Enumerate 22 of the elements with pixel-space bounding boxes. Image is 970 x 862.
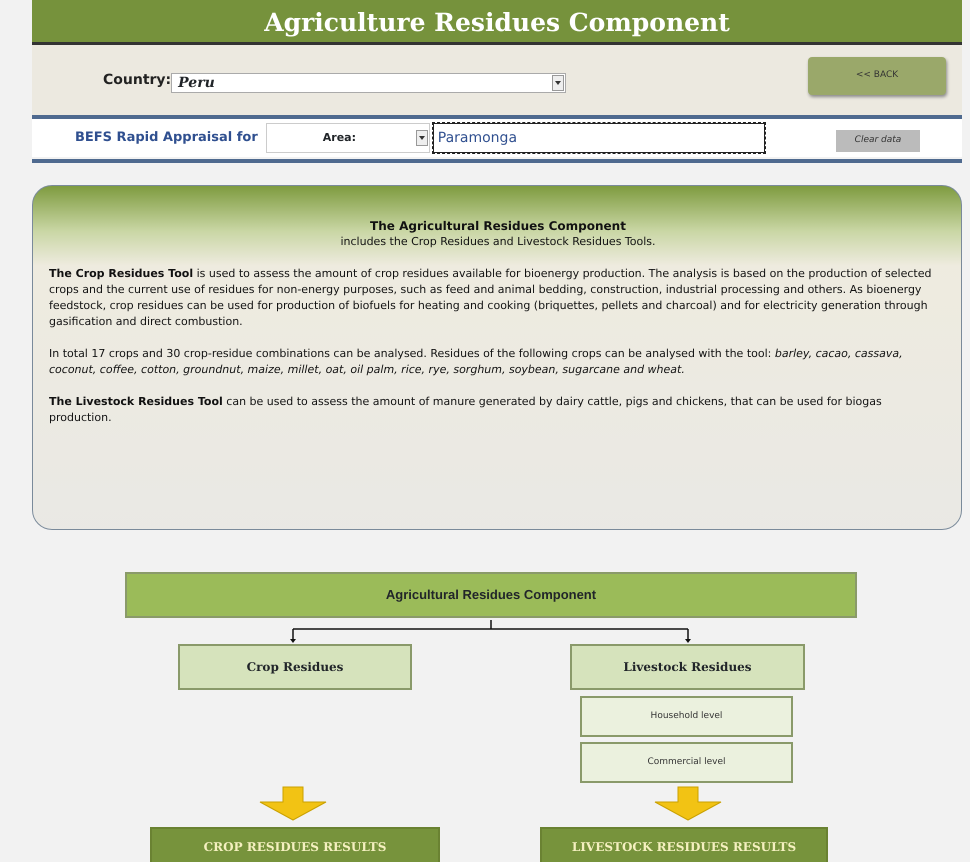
branch-box: Livestock Residues <box>570 644 805 690</box>
info-paragraph: The Livestock Residues Tool can be used to assess the amount of manure generated by dairy cattle, pigs and chickens, that can be used for biogas production. <box>49 394 883 426</box>
area-select-value: Area: <box>322 130 356 146</box>
country-value: Peru <box>178 74 215 92</box>
info-paragraph: In total 17 crops and 30 crop-residue combinations can be analysed. Residues of the following crops can be analysed with the tool: barley, cacao, cassava, coconut, coffee, cotton, groundnut, maize, millet, oat, oil palm, rice, rye, sorghum, soybean, sugarcane and wheat. <box>49 346 904 378</box>
page-title: Agriculture Residues Component <box>32 0 962 45</box>
level-box: Commercial level <box>580 742 793 783</box>
down-arrow-icon <box>260 786 326 821</box>
location-field[interactable]: Paramonga <box>432 123 765 153</box>
level-box: Household level <box>580 696 793 737</box>
info-paragraph: The Crop Residues Tool is used to assess the amount of crop residues available for bioenergy production. The analysis is based on the production of selected crops and the current use of residues for non-energy purposes, such as feed and animal bedding, construction, industrial processing and others. As bioenergy feedstock, crop residues can be used for production of biofuels for heating and cooking (briquettes, pellets and charcoal) and for electricity generation through gasification and direct combustion. <box>49 266 932 330</box>
country-label: Country: <box>103 70 172 90</box>
area-select[interactable]: Area: <box>266 123 430 153</box>
info-title: The Agricultural Residues Component <box>369 218 627 234</box>
back-button[interactable]: << BACK <box>808 57 946 95</box>
info-subtitle: includes the Crop Residues and Livestock Residues Tools. <box>339 234 657 250</box>
country-select[interactable]: Peru <box>171 73 566 93</box>
clear-data-button[interactable]: Clear data <box>836 130 920 152</box>
diagram-root-box: Agricultural Residues Component <box>125 572 857 618</box>
branch-box: Crop Residues <box>178 644 412 690</box>
appraisal-label: BEFS Rapid Appraisal for <box>75 129 258 148</box>
down-arrow-icon <box>654 786 722 821</box>
